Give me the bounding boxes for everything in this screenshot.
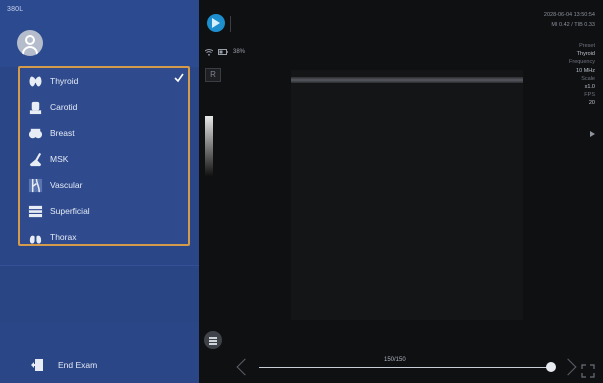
checkmark-icon <box>174 73 184 83</box>
thorax-icon <box>29 231 42 243</box>
freeze-play-button[interactable] <box>207 14 225 32</box>
cine-slider-thumb[interactable] <box>546 362 556 372</box>
grayscale-bar <box>205 116 213 176</box>
param-key: Preset <box>579 43 595 49</box>
user-avatar[interactable] <box>17 30 43 56</box>
preset-label: Carotid <box>50 102 78 112</box>
preset-item-thyroid[interactable]: Thyroid <box>20 68 188 94</box>
cine-scrubber <box>236 358 577 376</box>
ultrasound-app: 380L Thyroid Carotid Breast MSK Vascular… <box>0 0 603 383</box>
preset-item-superficial[interactable]: Superficial <box>20 198 188 224</box>
preset-item-thorax[interactable]: Thorax <box>20 224 188 250</box>
param-value: x1.0 <box>584 84 595 91</box>
ultrasound-image[interactable] <box>291 70 523 320</box>
preset-item-msk[interactable]: MSK <box>20 146 188 172</box>
thyroid-icon <box>29 76 42 86</box>
avatar-head-shape <box>25 35 35 45</box>
wifi-icon <box>205 48 213 56</box>
divider <box>230 16 231 32</box>
battery-percent: 38% <box>233 49 246 55</box>
status-bar: 38% <box>205 47 245 57</box>
mi-tib-label: MI 0.42 / TIB 0.33 <box>551 22 595 28</box>
sidebar-header: 380L <box>0 0 199 67</box>
preset-item-breast[interactable]: Breast <box>20 120 188 146</box>
imaging-panel: 38% R 2028-06-04 13:50:54 MI 0.42 / TIB … <box>199 0 603 383</box>
param-key: Frequency <box>569 59 595 66</box>
preset-label: Superficial <box>50 206 90 216</box>
cine-progress-fill <box>259 367 551 368</box>
carotid-icon <box>29 101 42 114</box>
preset-label: Thyroid <box>50 76 79 86</box>
previous-frame-icon[interactable] <box>236 358 254 376</box>
superficial-icon <box>28 205 43 217</box>
orientation-marker[interactable]: R <box>205 68 221 82</box>
next-frame-icon[interactable] <box>559 358 577 376</box>
param-key: Scale <box>581 75 595 82</box>
scan-line <box>291 77 523 83</box>
datetime-label: 2028-06-04 13:50:54 <box>543 12 595 18</box>
preset-item-carotid[interactable]: Carotid <box>20 94 188 120</box>
preset-label: Vascular <box>50 180 83 190</box>
vascular-icon <box>28 178 43 192</box>
parameter-list: Preset Thyroid Frequency 10 MHz Scale x1… <box>569 42 595 108</box>
info-panel: 2028-06-04 13:50:54 MI 0.42 / TIB 0.33 <box>544 10 595 30</box>
end-exam-button[interactable]: End Exam <box>30 356 180 376</box>
msk-icon <box>29 152 42 166</box>
menu-line <box>209 343 217 345</box>
expand-panel-arrow-icon[interactable] <box>590 131 595 137</box>
preset-label: Thorax <box>50 232 77 242</box>
end-exam-label: End Exam <box>58 360 98 370</box>
menu-button[interactable] <box>204 331 222 349</box>
param-value: Thyroid <box>576 51 595 58</box>
menu-line <box>209 340 217 342</box>
exit-icon <box>31 359 43 371</box>
preset-list: Thyroid Carotid Breast MSK Vascular Supe… <box>18 66 190 246</box>
breast-icon <box>28 128 43 138</box>
avatar-body-shape <box>22 46 38 56</box>
param-key: FPS <box>584 92 595 99</box>
menu-line <box>209 337 217 339</box>
param-value: 10 MHz <box>576 67 595 74</box>
preset-label: MSK <box>50 154 69 164</box>
sidebar: 380L Thyroid Carotid Breast MSK Vascular… <box>0 0 199 383</box>
battery-icon <box>218 49 228 55</box>
sidebar-empty-panel <box>0 265 199 323</box>
fullscreen-icon[interactable] <box>581 364 595 378</box>
param-value: 20 <box>588 100 595 107</box>
model-label: 380L <box>7 6 24 13</box>
preset-item-vascular[interactable]: Vascular <box>20 172 188 198</box>
preset-label: Breast <box>50 128 75 138</box>
